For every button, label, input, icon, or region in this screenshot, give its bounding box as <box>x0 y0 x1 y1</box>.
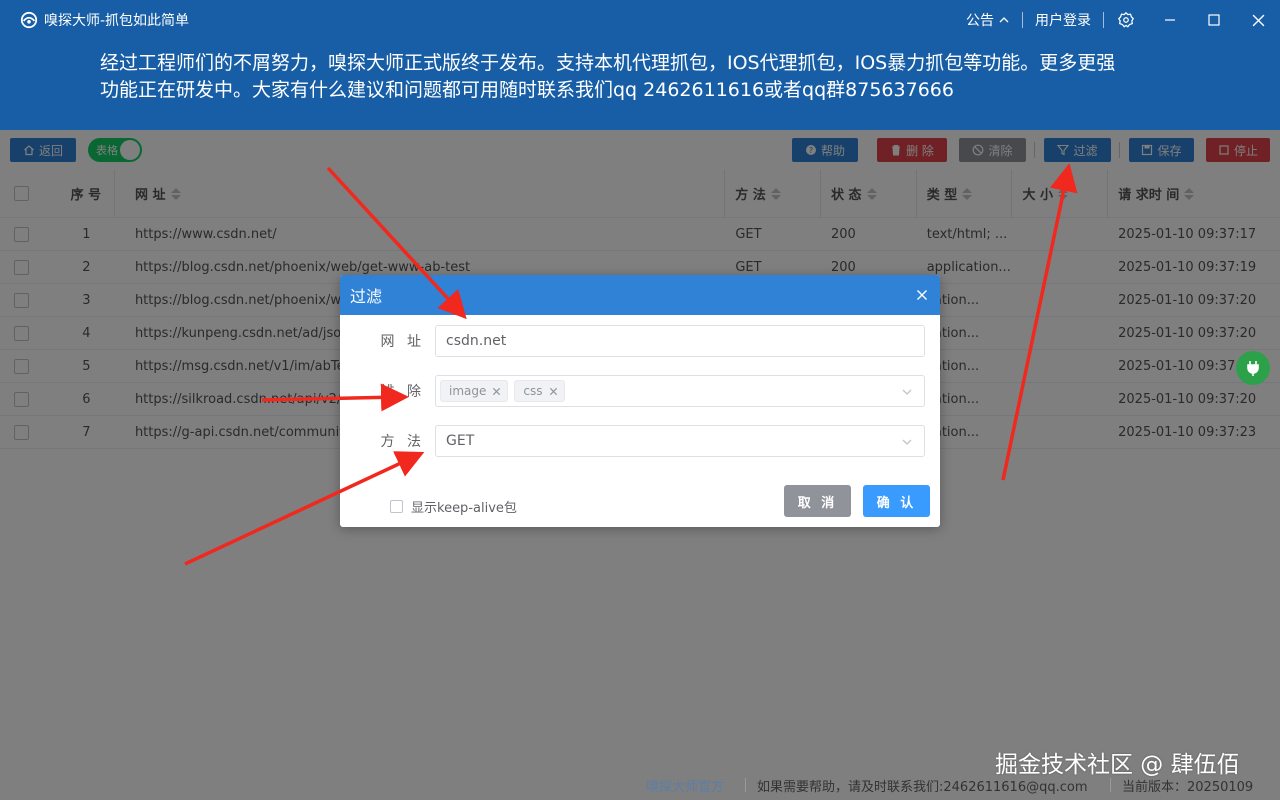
minimize-button[interactable] <box>1148 0 1192 40</box>
tag-close-icon[interactable] <box>549 387 558 396</box>
method-select[interactable]: GET <box>435 425 925 457</box>
keepalive-option[interactable]: 显示keep-alive包 <box>390 497 517 516</box>
url-input[interactable]: csdn.net <box>435 325 925 357</box>
maximize-icon <box>1208 14 1220 26</box>
exclude-tag: image <box>440 380 509 402</box>
gear-icon <box>1118 11 1134 28</box>
exclude-select[interactable]: image css <box>435 375 925 407</box>
login-button[interactable]: 用户登录 <box>1023 10 1103 30</box>
dialog-title: 过滤 <box>350 287 383 306</box>
tag-close-icon[interactable] <box>492 387 501 396</box>
chevron-down-icon <box>902 389 912 395</box>
title-bar: 嗅探大师-抓包如此简单 公告 用户登录 <box>0 0 1280 40</box>
tag-label: css <box>523 384 543 398</box>
confirm-button[interactable]: 确 认 <box>863 485 930 517</box>
tag-label: image <box>449 384 487 398</box>
settings-button[interactable] <box>1104 0 1148 40</box>
minimize-icon <box>1165 19 1175 21</box>
close-window-button[interactable] <box>1236 0 1280 40</box>
dialog-header: 过滤 <box>340 275 940 315</box>
plug-icon <box>1247 361 1259 376</box>
notice-label: 公告 <box>966 13 994 29</box>
exclude-label: 排 除 <box>380 384 425 400</box>
method-label: 方 法 <box>380 434 425 450</box>
chevron-down-icon <box>902 439 912 445</box>
window-title: 嗅探大师-抓包如此简单 <box>44 13 190 29</box>
close-icon <box>1252 14 1264 26</box>
chevron-up-icon <box>999 17 1009 23</box>
cancel-button[interactable]: 取 消 <box>784 485 851 517</box>
official-site-link[interactable]: 嗅探大师官方 <box>646 776 724 795</box>
footer-separator <box>1110 778 1111 792</box>
maximize-button[interactable] <box>1192 0 1236 40</box>
banner-line-1: 经过工程师们的不屑努力，嗅探大师正式版终于发布。支持本机代理抓包，IOS代理抓包… <box>100 52 1116 74</box>
banner-line-2: 功能正在研发中。大家有什么建议和问题都可用随时联系我们qq 2462611616… <box>100 79 954 101</box>
keepalive-label: 显示keep-alive包 <box>411 501 517 516</box>
url-value: csdn.net <box>446 333 507 349</box>
announcement-banner: 经过工程师们的不屑努力，嗅探大师正式版终于发布。支持本机代理抓包，IOS代理抓包… <box>0 40 1280 130</box>
app-logo-icon <box>20 11 38 29</box>
notice-menu[interactable]: 公告 <box>954 10 1022 30</box>
watermark: 掘金技术社区 @ 肆伍佰 <box>995 752 1240 778</box>
dialog-close-button[interactable] <box>904 275 940 315</box>
modal-backdrop-toolbar <box>0 130 1280 170</box>
url-label: 网 址 <box>380 334 425 350</box>
exclude-row: 排 除 image css <box>340 375 940 407</box>
footer-separator <box>745 778 746 792</box>
method-row: 方 法 GET <box>340 425 940 457</box>
keepalive-checkbox[interactable] <box>390 500 403 513</box>
url-row: 网 址 csdn.net <box>340 325 940 357</box>
proxy-status-button[interactable] <box>1236 351 1270 385</box>
method-value: GET <box>446 433 475 449</box>
exclude-tag: css <box>514 380 565 402</box>
close-icon <box>917 290 927 300</box>
filter-dialog: 过滤 网 址 csdn.net 排 除 image css 方 法 GET 显示… <box>340 275 940 527</box>
